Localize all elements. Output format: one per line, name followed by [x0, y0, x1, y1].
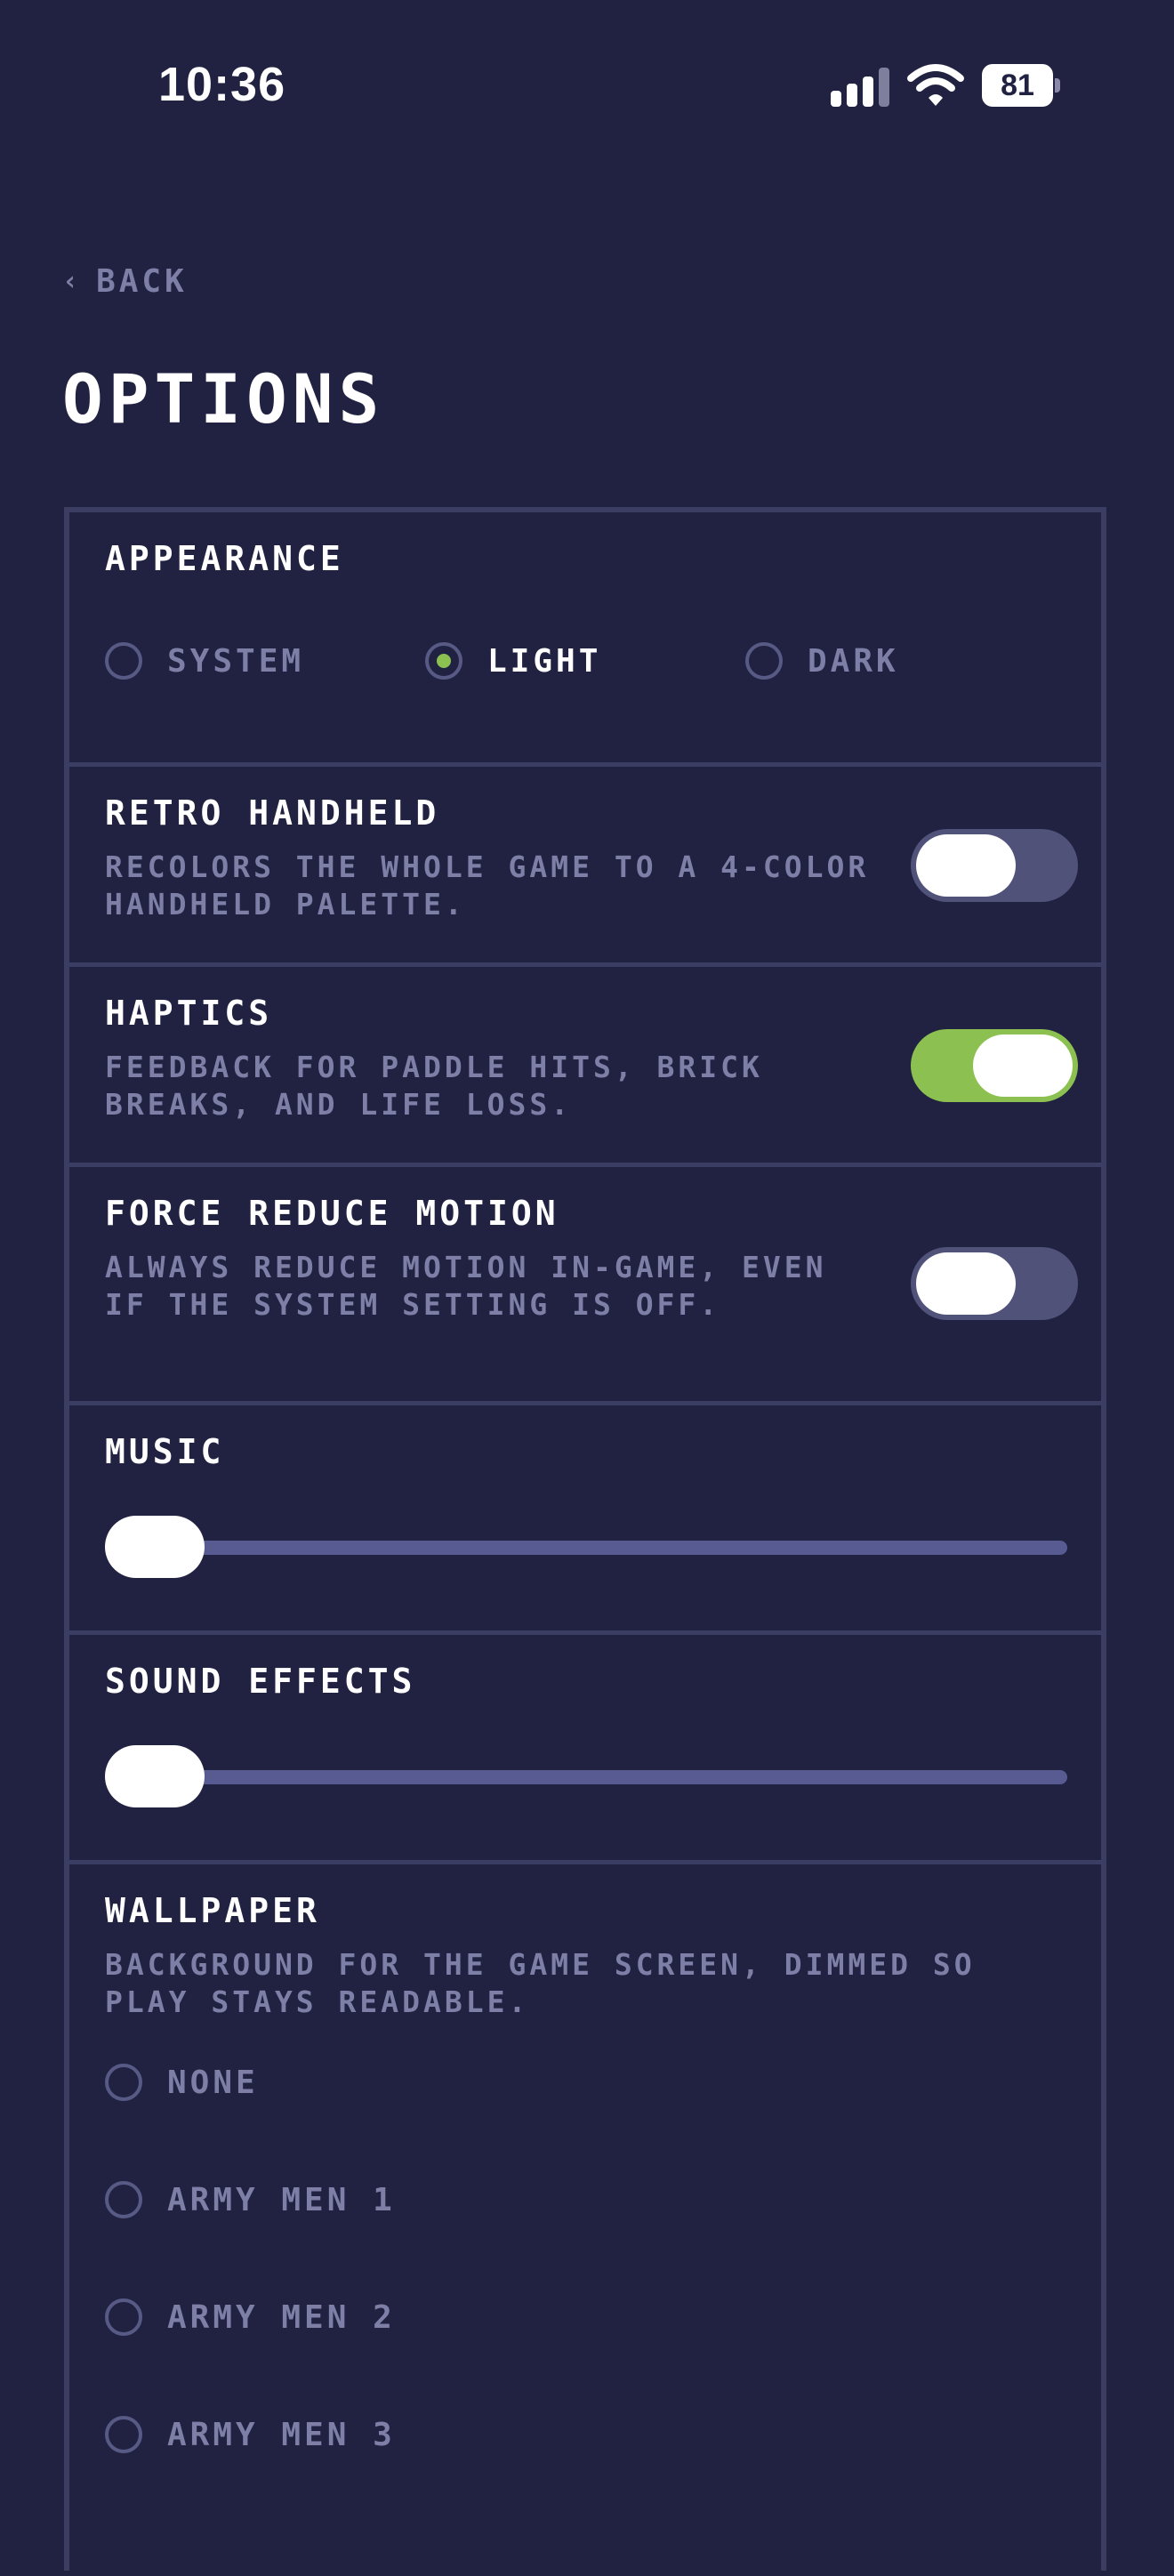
back-label: BACK: [96, 263, 188, 300]
sound-effects-section: SOUND EFFECTS: [69, 1635, 1101, 1864]
radio-icon: [105, 2064, 142, 2101]
slider-thumb[interactable]: [105, 1516, 205, 1578]
force-reduce-motion-section: FORCE REDUCE MOTION ALWAYS REDUCE MOTION…: [69, 1167, 1101, 1405]
retro-handheld-toggle[interactable]: [911, 829, 1078, 902]
wifi-icon: [907, 64, 964, 106]
retro-handheld-description: RECOLORS THE WHOLE GAME TO A 4-COLOR HAN…: [105, 849, 870, 922]
wallpaper-section: WALLPAPER BACKGROUND FOR THE GAME SCREEN…: [69, 1864, 1101, 2576]
wallpaper-option-label: ARMY MEN 3: [167, 2416, 396, 2453]
haptics-title: HAPTICS: [105, 994, 273, 1033]
appearance-section: APPEARANCE SYSTEM LIGHT DARK: [69, 512, 1101, 767]
toggle-knob: [973, 1034, 1073, 1097]
radio-selected-icon: [425, 642, 462, 680]
appearance-option-system[interactable]: SYSTEM: [105, 642, 304, 680]
wallpaper-option-label: ARMY MEN 2: [167, 2298, 396, 2336]
appearance-option-dark[interactable]: DARK: [745, 642, 899, 680]
status-bar: 10:36 81: [0, 0, 1174, 169]
toggle-knob: [916, 1252, 1016, 1315]
wallpaper-option-army-men-1[interactable]: ARMY MEN 1: [105, 2181, 396, 2218]
radio-icon: [105, 2298, 142, 2336]
appearance-title: APPEARANCE: [105, 539, 344, 578]
wallpaper-option-none[interactable]: NONE: [105, 2064, 259, 2101]
force-reduce-motion-toggle[interactable]: [911, 1247, 1078, 1320]
back-button[interactable]: ‹ BACK: [62, 263, 188, 300]
music-title: MUSIC: [105, 1432, 225, 1471]
force-reduce-motion-title: FORCE REDUCE MOTION: [105, 1194, 559, 1233]
music-slider[interactable]: [105, 1516, 1067, 1578]
slider-thumb[interactable]: [105, 1745, 205, 1807]
status-time: 10:36: [158, 58, 286, 111]
appearance-option-label: SYSTEM: [167, 642, 305, 680]
sound-effects-slider[interactable]: [105, 1745, 1067, 1807]
retro-handheld-section: RETRO HANDHELD RECOLORS THE WHOLE GAME T…: [69, 767, 1101, 967]
force-reduce-motion-description: ALWAYS REDUCE MOTION IN-GAME, EVEN IF TH…: [105, 1250, 827, 1322]
battery-icon: 81: [982, 64, 1060, 107]
appearance-option-label: DARK: [808, 642, 899, 680]
radio-icon: [105, 2416, 142, 2453]
haptics-toggle[interactable]: [911, 1029, 1078, 1102]
chevron-left-icon: ‹: [62, 266, 83, 297]
radio-icon: [745, 642, 783, 680]
wallpaper-title: WALLPAPER: [105, 1891, 320, 1930]
wallpaper-option-label: ARMY MEN 1: [167, 2181, 396, 2218]
appearance-option-label: LIGHT: [487, 642, 602, 680]
wallpaper-option-army-men-3[interactable]: ARMY MEN 3: [105, 2416, 396, 2453]
wallpaper-option-label: NONE: [167, 2064, 259, 2101]
haptics-section: HAPTICS FEEDBACK FOR PADDLE HITS, BRICK …: [69, 967, 1101, 1167]
sound-effects-title: SOUND EFFECTS: [105, 1662, 416, 1701]
wallpaper-description: BACKGROUND FOR THE GAME SCREEN, DIMMED S…: [105, 1947, 976, 2019]
appearance-option-light[interactable]: LIGHT: [425, 642, 601, 680]
radio-icon: [105, 2181, 142, 2218]
toggle-knob: [916, 834, 1016, 897]
retro-handheld-title: RETRO HANDHELD: [105, 793, 440, 833]
settings-panel: APPEARANCE SYSTEM LIGHT DARK RETRO HANDH…: [64, 507, 1106, 2571]
haptics-description: FEEDBACK FOR PADDLE HITS, BRICK BREAKS, …: [105, 1050, 763, 1122]
battery-level: 81: [1001, 68, 1034, 102]
cellular-signal-icon: [831, 68, 891, 107]
wallpaper-option-army-men-2[interactable]: ARMY MEN 2: [105, 2298, 396, 2336]
music-section: MUSIC: [69, 1405, 1101, 1635]
slider-track: [105, 1541, 1067, 1555]
radio-icon: [105, 642, 142, 680]
slider-track: [105, 1770, 1067, 1784]
page-title: OPTIONS: [62, 359, 385, 439]
